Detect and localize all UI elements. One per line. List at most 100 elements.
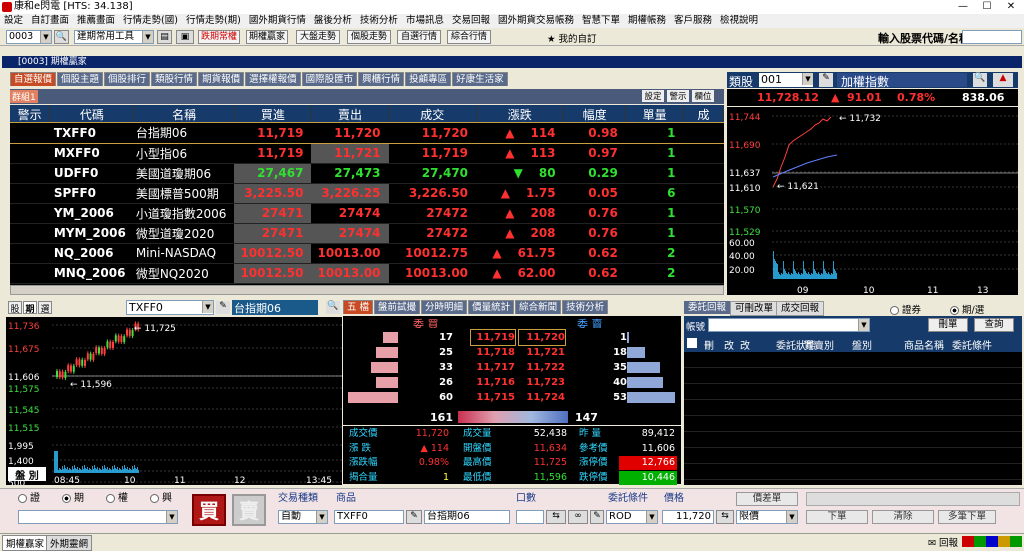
quote-row[interactable]: MYM_2006 微型道瓊2020 27471 27474 27472 ▲ 208 0.76 1 <box>10 223 724 244</box>
select-all-checkbox[interactable] <box>687 338 697 348</box>
tool-select[interactable]: 建期常用工具 ▼ <box>74 30 154 44</box>
status-tab-1[interactable]: 外期靈網 <box>46 535 93 551</box>
menu-item-12[interactable]: 期權帳務 <box>624 14 670 28</box>
quote-tab-1[interactable]: 個股主題 <box>57 72 104 86</box>
toolbar-button-4[interactable]: 自選行情 <box>397 30 441 44</box>
menu-item-1[interactable]: 自訂畫面 <box>27 14 73 28</box>
ask-price[interactable]: 11,724 <box>519 390 565 405</box>
price-stepper-icon[interactable]: ⇆ <box>716 510 734 524</box>
menu-item-7[interactable]: 技術分析 <box>356 14 402 28</box>
columns-button[interactable]: 欄位 <box>692 90 714 102</box>
order-column-0[interactable]: 刪 <box>704 337 714 352</box>
close-button[interactable]: ✕ <box>1000 0 1022 13</box>
radio-futures-options[interactable]: 期/選 <box>950 302 984 316</box>
ask-price[interactable]: 11,723 <box>519 375 565 390</box>
column-header-9[interactable]: 成 <box>683 105 724 123</box>
tool-icon[interactable]: ▤ <box>157 30 172 44</box>
ask-price[interactable]: 11,720 <box>518 329 566 346</box>
spread-order-button[interactable]: 價差單 <box>736 492 798 506</box>
product-chart-icon[interactable]: ✎ <box>406 510 422 524</box>
menu-item-5[interactable]: 國外期貨行情 <box>245 14 310 28</box>
settings-button[interactable]: 設定 <box>642 90 664 102</box>
toolbar-button-5[interactable]: 綜合行情 <box>447 30 491 44</box>
order-column-5[interactable]: 盤別 <box>852 337 872 352</box>
order-tab-modifiable[interactable]: 可刪改單 <box>730 301 779 316</box>
my-custom-link[interactable]: ★ 我的自訂 <box>547 31 597 45</box>
menu-item-13[interactable]: 客戶服務 <box>670 14 716 28</box>
place-order-button[interactable]: 下單 <box>806 510 868 524</box>
menu-item-4[interactable]: 行情走勢(期) <box>182 14 245 28</box>
bid-price[interactable]: 11,717 <box>471 360 515 375</box>
account-dropdown[interactable]: ▼ <box>18 510 178 524</box>
fut-tab-options[interactable]: 選 <box>38 301 52 315</box>
menu-item-6[interactable]: 盤後分析 <box>310 14 356 28</box>
quote-row[interactable]: NQ_2006 Mini-NASDAQ 10012.50 10013.00 10012.… <box>10 243 724 264</box>
order-tab-fills[interactable]: 成交回報 <box>776 301 825 316</box>
quote-row[interactable]: MNQ_2006 微型NQ2020 10012.50 10013.00 10013.00… <box>10 263 724 284</box>
column-header-4[interactable]: 賣出 <box>311 105 390 123</box>
menu-item-2[interactable]: 推薦畫面 <box>73 14 119 28</box>
toolbar-button-2[interactable]: 大盤走勢 <box>296 30 340 44</box>
clear-button[interactable]: 清除 <box>872 510 934 524</box>
maximize-button[interactable]: ☐ <box>976 0 998 13</box>
minimize-button[interactable]: — <box>952 0 974 13</box>
quote-tab-4[interactable]: 期貨報價 <box>198 72 245 86</box>
quote-tab-3[interactable]: 類股行情 <box>151 72 198 86</box>
quote-row[interactable]: MXFF0 小型指06 11,719 11,721 11,719 ▲ 113 0.97 1 <box>10 143 724 164</box>
quote-tab-0[interactable]: 自選報價 <box>10 72 57 86</box>
toolbar-button-3[interactable]: 個股走勢 <box>347 30 391 44</box>
multi-order-button[interactable]: 多筆下單 <box>938 510 996 524</box>
form-radio-2[interactable]: 權 <box>106 492 128 506</box>
link-icon[interactable]: ∞ <box>568 510 588 524</box>
menu-item-8[interactable]: 市場訊息 <box>402 14 448 28</box>
product-input[interactable]: TXFF0 <box>334 510 404 524</box>
quote-tab-8[interactable]: 投顧專區 <box>405 72 452 86</box>
quote-row[interactable]: TXFF0 台指期06 11,719 11,720 11,720 ▲ 114 0.98 1 <box>10 122 724 144</box>
radio-securities[interactable]: 證券 <box>890 302 921 316</box>
quote-row[interactable]: YM_2006 小道瓊指數2006 27471 27474 27472 ▲ 208 0.76 1 <box>10 203 724 224</box>
column-header-3[interactable]: 買進 <box>234 105 312 123</box>
ask-price[interactable]: 11,721 <box>519 345 565 360</box>
chart-toggle-icon[interactable]: ✎ <box>819 73 833 87</box>
quote-row[interactable]: UDFF0 美國道瓊期06 27,467 27,473 27,470 ▼ 80 0.29 1 <box>10 163 724 184</box>
book-tab-4[interactable]: 綜合新聞 <box>515 300 562 314</box>
order-column-2[interactable]: 改 <box>740 337 750 352</box>
order-column-1[interactable]: 改 <box>724 337 734 352</box>
bid-price[interactable]: 11,719 <box>470 329 516 346</box>
index-code-select[interactable]: 001 ▼ <box>759 73 813 87</box>
menu-item-0[interactable]: 設定 <box>0 14 27 28</box>
quantity-stepper-icon[interactable]: ⇆ <box>546 510 566 524</box>
condition-select[interactable]: ROD ▼ <box>606 510 658 524</box>
index-search-icon[interactable]: 🔍 <box>973 73 987 87</box>
column-header-0[interactable]: 警示 <box>10 105 51 123</box>
report-icon[interactable]: ✉ 回報 <box>928 535 958 549</box>
book-tab-5[interactable]: 技術分析 <box>562 300 609 314</box>
order-column-6[interactable]: 商品名稱 <box>904 337 944 352</box>
session-label[interactable]: 盤 別 <box>8 467 46 482</box>
buy-button[interactable]: 買 <box>192 494 226 526</box>
order-column-7[interactable]: 委託條件 <box>952 337 992 352</box>
form-radio-1[interactable]: 期 <box>62 492 84 506</box>
fut-chart-icon[interactable]: ✎ <box>216 301 230 314</box>
trade-type-select[interactable]: 自動 ▼ <box>278 510 328 524</box>
bid-price[interactable]: 11,716 <box>471 375 515 390</box>
book-tab-2[interactable]: 分時明細 <box>421 300 468 314</box>
edit-icon[interactable]: ✎ <box>590 510 604 524</box>
fut-tab-stock[interactable]: 股 <box>8 301 22 315</box>
fut-code-select[interactable]: TXFF0 ▼ <box>126 300 214 315</box>
status-tab-0[interactable]: 期權贏家 <box>2 535 49 551</box>
column-header-6[interactable]: 漲跌 <box>476 105 565 123</box>
column-header-8[interactable]: 單量 <box>625 105 685 123</box>
quote-tab-5[interactable]: 選擇權報價 <box>245 72 301 86</box>
column-header-1[interactable]: 代碼 <box>49 105 135 123</box>
screen-icon[interactable]: ▣ <box>176 30 194 44</box>
group-tab[interactable]: 群組1 <box>10 90 38 103</box>
quote-tab-6[interactable]: 國際股匯市 <box>301 72 358 86</box>
quantity-input[interactable] <box>516 510 544 524</box>
price-type-select[interactable]: 限價 ▼ <box>736 510 798 524</box>
account-select[interactable]: ▼ <box>708 318 870 332</box>
menu-item-9[interactable]: 交易回報 <box>448 14 494 28</box>
quote-tab-7[interactable]: 興櫃行情 <box>358 72 405 86</box>
trend-icon[interactable]: ▲ <box>993 73 1013 87</box>
book-tab-3[interactable]: 價量統計 <box>468 300 515 314</box>
